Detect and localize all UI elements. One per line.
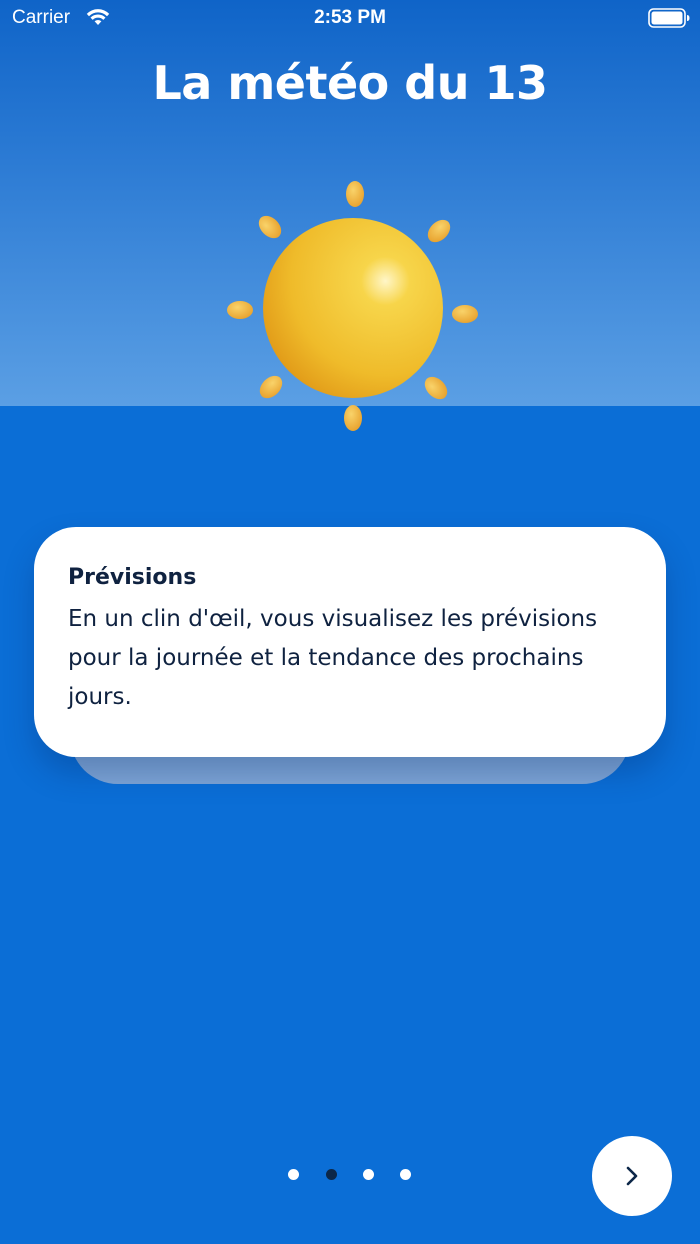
chevron-right-icon (626, 1166, 638, 1186)
next-button[interactable] (592, 1136, 672, 1216)
card-description: En un clin d'œil, vous visualisez les pr… (68, 606, 598, 710)
card-title: Prévisions (68, 565, 197, 590)
sun-icon (222, 176, 482, 440)
page-dot-1[interactable] (288, 1169, 299, 1180)
status-time: 2:53 PM (314, 7, 386, 28)
onboarding-card: Prévisions En un clin d'œil, vous visual… (34, 527, 666, 757)
status-bar: Carrier 2:53 PM (0, 0, 700, 36)
page-dot-3[interactable] (363, 1169, 374, 1180)
battery-full-icon (648, 8, 690, 34)
page-dot-4[interactable] (400, 1169, 411, 1180)
page-title: La météo du 13 (152, 56, 548, 110)
page-dot-2-active[interactable] (326, 1169, 337, 1180)
